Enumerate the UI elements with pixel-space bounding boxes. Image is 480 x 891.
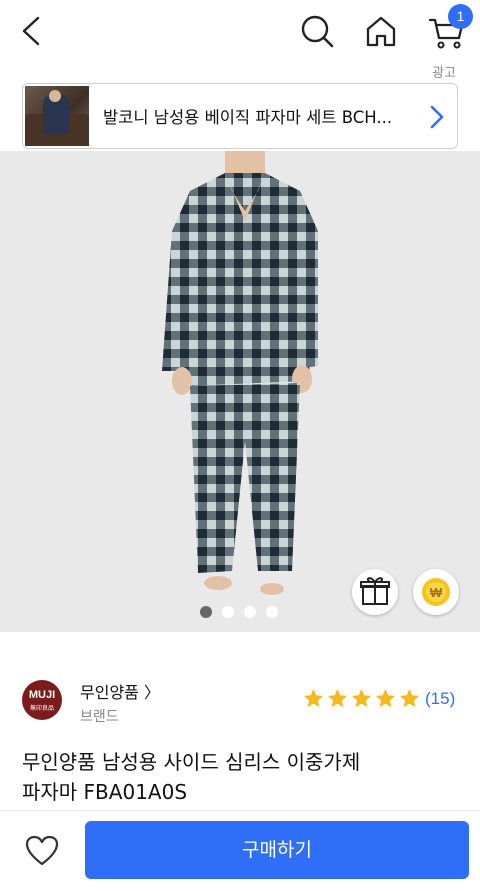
product-title-line2: 파자마 FBA01A0S — [22, 780, 188, 804]
pager-dot-3[interactable] — [244, 606, 256, 618]
gift-button[interactable] — [352, 569, 398, 615]
star-icon — [375, 688, 396, 708]
pager-dot-4[interactable] — [266, 606, 278, 618]
star-icon — [399, 688, 420, 708]
bottom-action-bar: 구매하기 — [0, 810, 480, 891]
pager-dot-2[interactable] — [222, 606, 234, 618]
star-icon — [303, 688, 324, 708]
product-title: 무인양품 남성용 사이드 심리스 이중가제 파자마 FBA01A0S — [22, 747, 462, 807]
ad-label: 광고 — [432, 66, 456, 81]
chevron-right-icon — [430, 105, 444, 129]
product-image[interactable] — [0, 151, 480, 632]
product-title-line1: 무인양품 남성용 사이드 심리스 이중가제 — [22, 750, 361, 774]
brand-logo-text: MUJI — [28, 689, 56, 701]
point-coin-button[interactable]: ₩ — [413, 569, 459, 615]
search-icon[interactable] — [298, 12, 336, 50]
ad-banner[interactable]: 발코니 남성용 베이직 파자마 세트 BCH... — [22, 83, 458, 149]
won-coin-icon: ₩ — [422, 578, 450, 606]
gift-icon — [360, 577, 390, 605]
ad-text: 발코니 남성용 베이직 파자마 세트 BCH... — [103, 108, 393, 127]
pager-dot-1[interactable] — [200, 606, 212, 618]
pajama-photo — [0, 151, 480, 632]
buy-button[interactable]: 구매하기 — [85, 821, 469, 879]
review-count-link[interactable]: (15) — [425, 689, 455, 709]
brand-label: 브랜드 — [80, 709, 119, 725]
image-pager-dots — [200, 606, 278, 620]
ad-thumbnail — [25, 86, 89, 146]
star-icon — [327, 688, 348, 708]
home-icon[interactable] — [362, 12, 400, 50]
heart-icon[interactable] — [24, 833, 60, 869]
cart-count-badge: 1 — [448, 4, 473, 29]
brand-logo-subtext: 無印良品 — [29, 705, 54, 712]
rating-stars[interactable] — [302, 687, 421, 710]
back-arrow-icon[interactable] — [14, 12, 50, 50]
svg-text:₩: ₩ — [430, 585, 443, 600]
brand-name-link[interactable]: 무인양품 〉 — [80, 679, 160, 703]
brand-logo[interactable]: MUJI 無印良品 — [22, 680, 62, 720]
star-icon — [351, 688, 372, 708]
top-bar: 1 — [0, 0, 480, 62]
